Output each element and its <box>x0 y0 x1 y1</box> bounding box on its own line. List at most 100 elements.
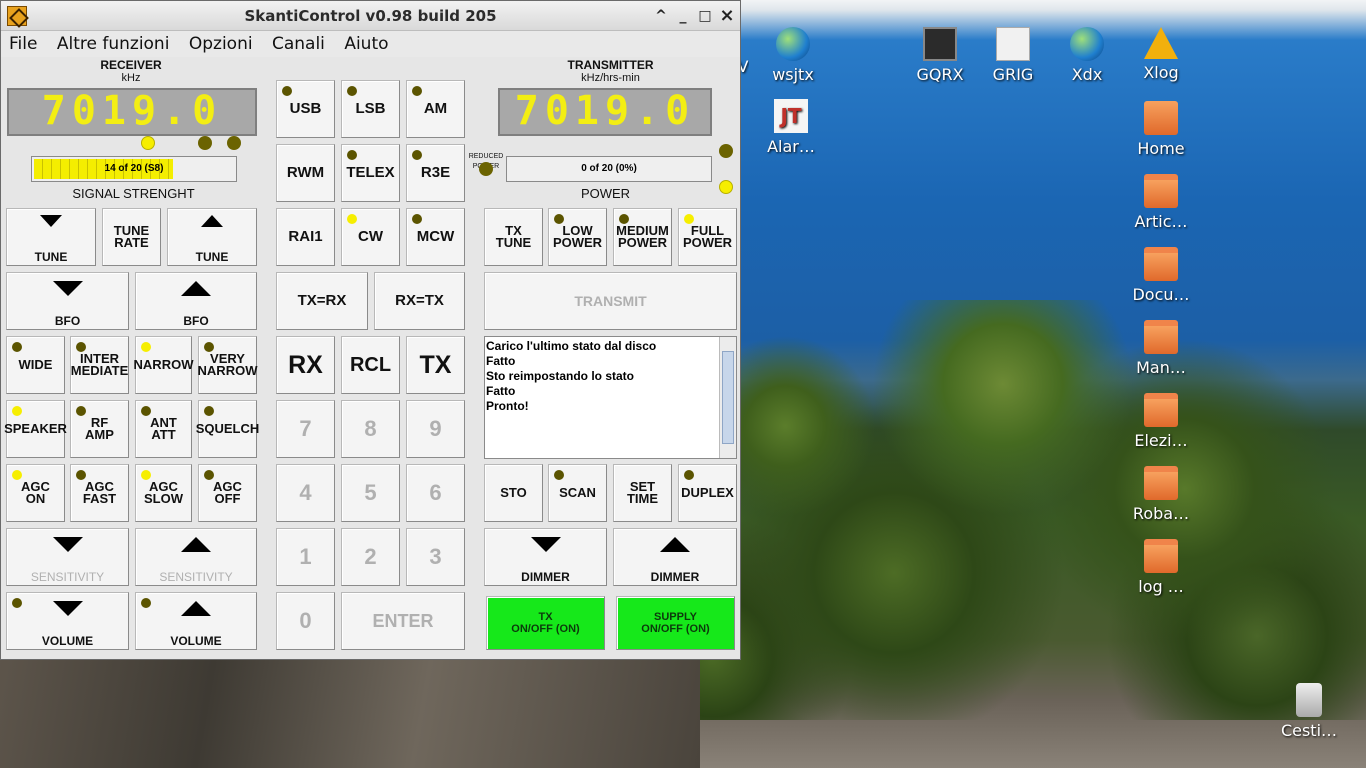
low-power-button[interactable]: LOW POWER <box>548 208 607 266</box>
set-time-button[interactable]: SET TIME <box>613 464 672 522</box>
narrow-button[interactable]: NARROW <box>134 336 193 394</box>
status-log[interactable]: Carico l'ultimo stato dal disco Fatto St… <box>484 336 737 459</box>
menu-opzioni[interactable]: Opzioni <box>189 34 253 54</box>
usb-mode-button[interactable]: USB <box>276 80 335 138</box>
sto-button[interactable]: STO <box>484 464 543 522</box>
agc-off-button[interactable]: AGC OFF <box>198 464 257 522</box>
tx-equals-rx-button[interactable]: TX=RX <box>276 272 368 330</box>
button-label: RAI1 <box>288 228 323 245</box>
button-label: DIMMER <box>521 570 570 584</box>
keypad-2[interactable]: 2 <box>341 528 400 586</box>
dimmer-up-button[interactable]: DIMMER <box>613 528 737 586</box>
desktop-icon-folder[interactable]: log … <box>1121 539 1201 596</box>
keypad-7[interactable]: 7 <box>276 400 335 458</box>
bfo-down-button[interactable]: BFO <box>6 272 129 330</box>
desktop-icon-grig[interactable]: GRIG <box>973 27 1053 84</box>
button-label: AM <box>423 100 448 117</box>
mcw-mode-button[interactable]: MCW <box>406 208 465 266</box>
lsb-mode-button[interactable]: LSB <box>341 80 400 138</box>
bfo-up-button[interactable]: BFO <box>135 272 257 330</box>
menu-file[interactable]: File <box>9 34 37 54</box>
wide-button[interactable]: WIDE <box>6 336 65 394</box>
tune-rate-button[interactable]: TUNE RATE <box>102 208 161 266</box>
close-button[interactable]: × <box>717 6 737 26</box>
sensitivity-down-button[interactable]: SENSITIVITY <box>6 528 129 586</box>
desktop-icon-folder[interactable]: Elezi… <box>1121 393 1201 450</box>
desktop-icon-alarm[interactable]: JT Alar… <box>751 99 831 156</box>
rai1-mode-button[interactable]: RAI1 <box>276 208 335 266</box>
maximize-button[interactable]: □ <box>695 6 715 26</box>
keypad-4[interactable]: 4 <box>276 464 335 522</box>
keypad-8[interactable]: 8 <box>341 400 400 458</box>
rwm-mode-button[interactable]: RWM <box>276 144 335 202</box>
keypad-9[interactable]: 9 <box>406 400 465 458</box>
rx-equals-tx-button[interactable]: RX=TX <box>374 272 465 330</box>
squelch-button[interactable]: SQUELCH <box>196 400 259 458</box>
speaker-button[interactable]: SPEAKER <box>4 400 67 458</box>
volume-up-button[interactable]: VOLUME <box>135 592 257 650</box>
shade-button[interactable]: ^ <box>651 6 671 26</box>
button-label: WIDE <box>18 357 53 372</box>
rf-amp-button[interactable]: RF AMP <box>70 400 129 458</box>
sensitivity-up-button[interactable]: SENSITIVITY <box>135 528 257 586</box>
keypad-6[interactable]: 6 <box>406 464 465 522</box>
signal-strength-text: 14 of 20 (S8) <box>104 163 164 174</box>
agc-slow-button[interactable]: AGC SLOW <box>135 464 192 522</box>
keypad-0[interactable]: 0 <box>276 592 335 650</box>
tune-up-button[interactable]: TUNE <box>167 208 257 266</box>
desktop-icon-wsjtx[interactable]: wsjtx <box>753 27 833 84</box>
full-power-button[interactable]: FULL POWER <box>678 208 737 266</box>
rx-button[interactable]: RX <box>276 336 335 394</box>
menu-aiuto[interactable]: Aiuto <box>344 34 388 54</box>
minimize-button[interactable]: _ <box>673 6 693 26</box>
agc-fast-button[interactable]: AGC FAST <box>70 464 129 522</box>
cw-mode-button[interactable]: CW <box>341 208 400 266</box>
desktop-icon-xdx[interactable]: Xdx <box>1047 27 1127 84</box>
log-scrollbar-thumb[interactable] <box>722 351 734 444</box>
medium-power-button[interactable]: MEDIUM POWER <box>613 208 672 266</box>
agc-on-button[interactable]: AGC ON <box>6 464 65 522</box>
enter-button[interactable]: ENTER <box>341 592 465 650</box>
button-label: SPEAKER <box>4 421 67 436</box>
keypad-3[interactable]: 3 <box>406 528 465 586</box>
button-label: USB <box>289 100 322 117</box>
dimmer-down-button[interactable]: DIMMER <box>484 528 607 586</box>
desktop-icon-home[interactable]: Home <box>1121 101 1201 158</box>
intermediate-button[interactable]: INTER MEDIATE <box>70 336 129 394</box>
scan-button[interactable]: SCAN <box>548 464 607 522</box>
tx-button[interactable]: TX <box>406 336 465 394</box>
arrow-down-icon <box>52 601 83 616</box>
tune-down-button[interactable]: TUNE <box>6 208 96 266</box>
telex-mode-button[interactable]: TELEX <box>341 144 400 202</box>
ant-att-button[interactable]: ANT ATT <box>135 400 192 458</box>
desktop-icon-folder[interactable]: Docu… <box>1121 247 1201 304</box>
tx-onoff-switch[interactable]: TX ON/OFF (ON) <box>486 596 605 650</box>
log-scrollbar[interactable] <box>719 337 736 458</box>
supply-onoff-switch[interactable]: SUPPLY ON/OFF (ON) <box>616 596 735 650</box>
tx-tune-button[interactable]: TX TUNE <box>484 208 543 266</box>
desktop-icon-gqrx[interactable]: GQRX <box>900 27 980 84</box>
duplex-button[interactable]: DUPLEX <box>678 464 737 522</box>
desktop-icon-trash[interactable]: Cesti… <box>1269 683 1349 740</box>
receiver-title: RECEIVER <box>100 58 162 72</box>
desktop-icon-folder[interactable]: Roba… <box>1121 466 1201 523</box>
transmitter-indicator-1 <box>719 144 733 158</box>
r3e-mode-button[interactable]: R3E <box>406 144 465 202</box>
title-bar[interactable]: SkantiControl v0.98 build 205 ^ _ □ × <box>1 1 740 31</box>
menu-altre-funzioni[interactable]: Altre funzioni <box>57 34 170 54</box>
volume-down-button[interactable]: VOLUME <box>6 592 129 650</box>
am-mode-button[interactable]: AM <box>406 80 465 138</box>
desktop-icon-folder[interactable]: Man… <box>1121 320 1201 377</box>
button-label: 4 <box>299 480 312 505</box>
ant-att-led <box>141 406 151 416</box>
desktop-icon-xlog[interactable]: Xlog <box>1121 27 1201 82</box>
very-narrow-button[interactable]: VERY NARROW <box>198 336 257 394</box>
transmitter-title: TRANSMITTER <box>567 58 654 72</box>
keypad-1[interactable]: 1 <box>276 528 335 586</box>
rcl-button[interactable]: RCL <box>341 336 400 394</box>
desktop-icon-folder[interactable]: Artic… <box>1121 174 1201 231</box>
transmit-button[interactable]: TRANSMIT <box>484 272 737 330</box>
keypad-5[interactable]: 5 <box>341 464 400 522</box>
button-label: BFO <box>183 314 209 328</box>
menu-canali[interactable]: Canali <box>272 34 325 54</box>
